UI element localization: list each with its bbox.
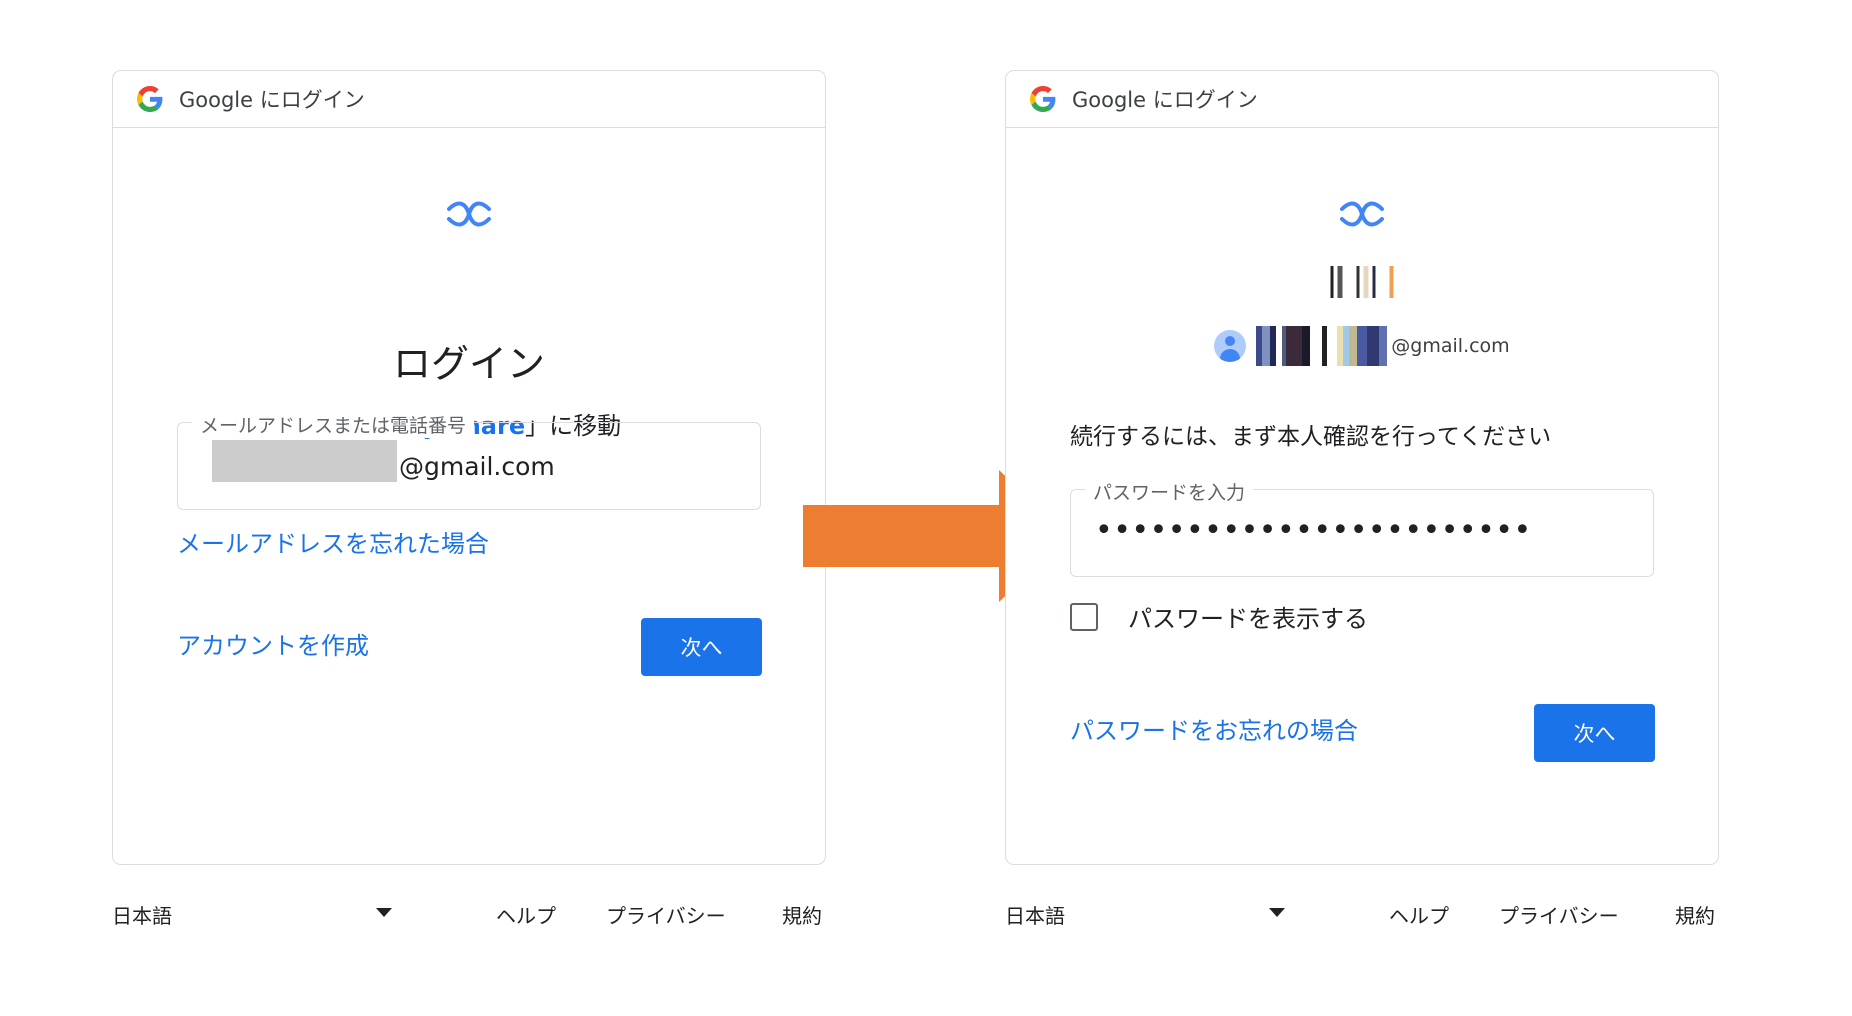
password-field[interactable]: パスワードを入力 •••••••••••••••••••••••• xyxy=(1070,478,1654,577)
privacy-link[interactable]: プライバシー xyxy=(1499,900,1619,929)
help-link[interactable]: ヘルプ xyxy=(496,900,556,929)
terms-link[interactable]: 規約 xyxy=(1675,900,1715,929)
show-password-row[interactable]: パスワードを表示する xyxy=(1070,599,1368,634)
create-account-link[interactable]: アカウントを作成 xyxy=(177,626,369,661)
language-select[interactable]: 日本語 xyxy=(1005,900,1065,929)
show-password-label: パスワードを表示する xyxy=(1128,605,1368,633)
next-button[interactable]: 次へ xyxy=(641,618,762,676)
caret-down-icon[interactable] xyxy=(1269,908,1285,917)
language-select[interactable]: 日本語 xyxy=(112,900,172,929)
redacted-account xyxy=(1256,326,1388,366)
nearby-share-icon xyxy=(447,201,491,227)
show-password-checkbox[interactable] xyxy=(1070,602,1098,631)
terms-link[interactable]: 規約 xyxy=(782,900,822,929)
verify-instruction: 続行するには、まず本人確認を行ってください xyxy=(1070,424,1552,450)
page-title: ログイン xyxy=(392,342,545,386)
privacy-link[interactable]: プライバシー xyxy=(606,900,726,929)
redacted-block xyxy=(212,440,397,482)
password-field-label: パスワードを入力 xyxy=(1085,478,1254,505)
email-field-label: メールアドレスまたは電話番号 xyxy=(192,411,475,438)
account-chip[interactable]: @gmail.com xyxy=(1006,326,1718,366)
avatar xyxy=(1214,330,1247,362)
panel-header: Google にログイン xyxy=(1006,71,1718,128)
header-title: Google にログイン xyxy=(1072,88,1258,112)
header-title: Google にログイン xyxy=(179,88,365,112)
help-link[interactable]: ヘルプ xyxy=(1389,900,1449,929)
email-field[interactable]: メールアドレスまたは電話番号 @gmail.com xyxy=(177,411,761,510)
google-g-icon xyxy=(1030,86,1056,112)
caret-down-icon[interactable] xyxy=(376,908,392,917)
login-password-panel: Google にログイン @gmail.com 続行するには、まず本人確認を行っ… xyxy=(1005,70,1719,865)
next-button[interactable]: 次へ xyxy=(1534,704,1655,762)
password-value: •••••••••••••••••••••••• xyxy=(1095,513,1532,548)
forgot-email-link[interactable]: メールアドレスを忘れた場合 xyxy=(177,524,489,559)
nearby-share-icon xyxy=(1340,201,1384,227)
forgot-password-link[interactable]: パスワードをお忘れの場合 xyxy=(1070,711,1358,746)
panel-header: Google にログイン xyxy=(113,71,825,128)
redacted-name xyxy=(1330,265,1394,299)
account-email-suffix: @gmail.com xyxy=(1391,335,1510,357)
email-value: @gmail.com xyxy=(212,440,555,482)
email-suffix: @gmail.com xyxy=(399,452,555,481)
google-g-icon xyxy=(137,86,163,112)
login-email-panel: Google にログイン ログイン 「Nearby Share」に移動 メールア… xyxy=(112,70,826,865)
